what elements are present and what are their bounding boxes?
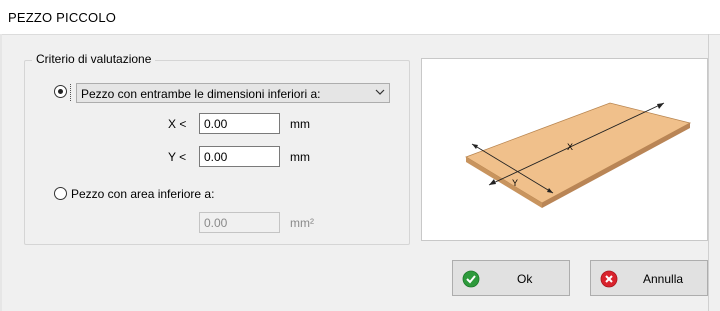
criteria-legend: Criterio di valutazione (32, 52, 156, 66)
area-max-input[interactable]: 0.00 (199, 212, 280, 233)
y-label: Y < (168, 150, 187, 164)
focus-indicator (70, 84, 72, 101)
board-preview-panel: X Y (421, 58, 708, 241)
ok-button[interactable]: Ok (452, 260, 570, 296)
chevron-down-icon (375, 89, 385, 95)
radio-dimensions[interactable] (54, 85, 67, 98)
area-unit: mm² (290, 216, 314, 230)
y-unit: mm (290, 150, 310, 164)
x-axis-label: X (567, 142, 573, 152)
checkmark-icon (462, 270, 480, 288)
y-arrowhead-start (472, 144, 478, 149)
radio-dimensions-dot (58, 89, 63, 94)
window-title: PEZZO PICCOLO (8, 10, 117, 25)
dialog-right-edge (708, 34, 709, 311)
y-axis-label: Y (512, 178, 518, 188)
x-arrowhead-end (657, 103, 664, 109)
cancel-button[interactable]: Annulla (590, 260, 708, 296)
x-arrowhead-start (489, 179, 496, 185)
x-unit: mm (290, 117, 310, 131)
cancel-button-label: Annulla (643, 272, 684, 286)
pezzo-piccolo-dialog: PEZZO PICCOLO Criterio di valutazione Pe… (0, 0, 720, 311)
dimensions-criteria-dropdown[interactable]: Pezzo con entrambe le dimensioni inferio… (76, 83, 390, 103)
dropdown-selected-value: Pezzo con entrambe le dimensioni inferio… (81, 87, 321, 101)
ok-button-label: Ok (517, 272, 533, 286)
dialog-left-edge (0, 34, 2, 311)
radio-area-label[interactable]: Pezzo con area inferiore a: (71, 187, 214, 201)
title-bar: PEZZO PICCOLO (0, 0, 720, 35)
x-label: X < (168, 117, 187, 131)
x-max-input[interactable]: 0.00 (199, 113, 280, 134)
cancel-x-icon (600, 270, 618, 288)
y-max-input[interactable]: 0.00 (199, 146, 280, 167)
board-diagram: X Y (465, 102, 692, 208)
radio-area[interactable] (54, 187, 67, 200)
